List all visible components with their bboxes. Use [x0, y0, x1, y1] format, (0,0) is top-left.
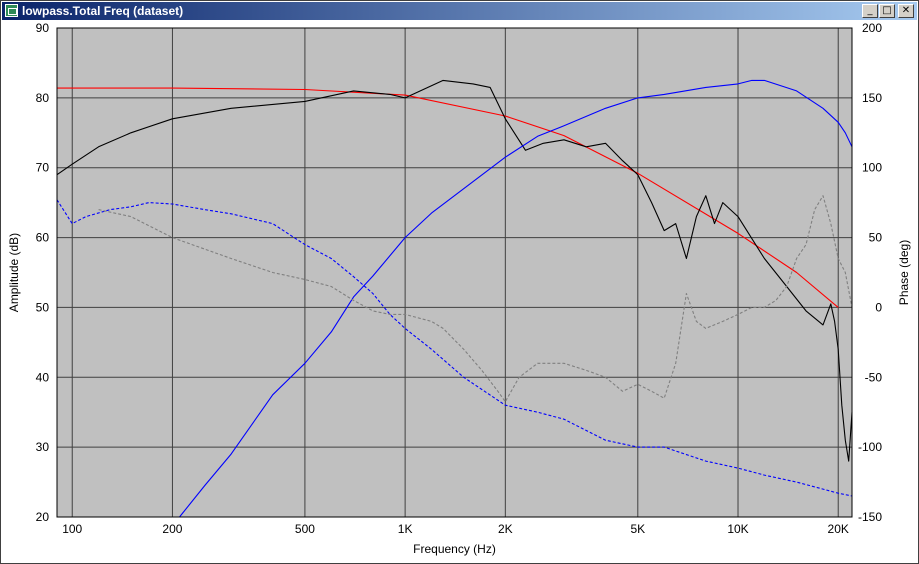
y2-tick-label: 100 [862, 161, 882, 175]
x-axis-label: Frequency (Hz) [413, 542, 496, 556]
y2-tick-label: 0 [875, 300, 882, 314]
y2-tick-label: -150 [858, 510, 882, 524]
y-tick-label: 40 [36, 370, 50, 384]
y2-tick-label: -100 [858, 440, 882, 454]
y2-tick-label: 50 [869, 231, 883, 245]
y2-tick-label: 150 [862, 91, 882, 105]
x-tick-label: 2K [498, 522, 513, 536]
y-tick-label: 50 [36, 300, 50, 314]
y-tick-label: 70 [36, 161, 50, 175]
y2-tick-label: -50 [865, 370, 883, 384]
y2-axis-label: Phase (deg) [897, 240, 911, 305]
chart: 100 200 500 1K 2K 5K 10K 20K2030405060708090-15… [7, 21, 911, 556]
y-axis-label: Amplitude (dB) [7, 233, 21, 312]
x-tick-label: 1K [398, 522, 413, 536]
x-tick-label: 100 [62, 522, 82, 536]
y-tick-label: 20 [36, 510, 50, 524]
x-tick-label: 500 [295, 522, 315, 536]
x-tick-label: 5K [630, 522, 645, 536]
y-tick-label: 60 [36, 231, 50, 245]
y2-tick-label: 200 [862, 21, 882, 35]
y-tick-label: 80 [36, 91, 50, 105]
app-window: lowpass.Total Freq (dataset) _ □ ✕ 100 20… [0, 0, 919, 564]
x-tick-label: 20K [828, 522, 849, 536]
y-tick-label: 30 [36, 440, 50, 454]
y-tick-label: 90 [36, 21, 50, 35]
x-tick-label: 200 [162, 522, 182, 536]
x-tick-label: 10K [727, 522, 748, 536]
plot-area [57, 28, 852, 517]
